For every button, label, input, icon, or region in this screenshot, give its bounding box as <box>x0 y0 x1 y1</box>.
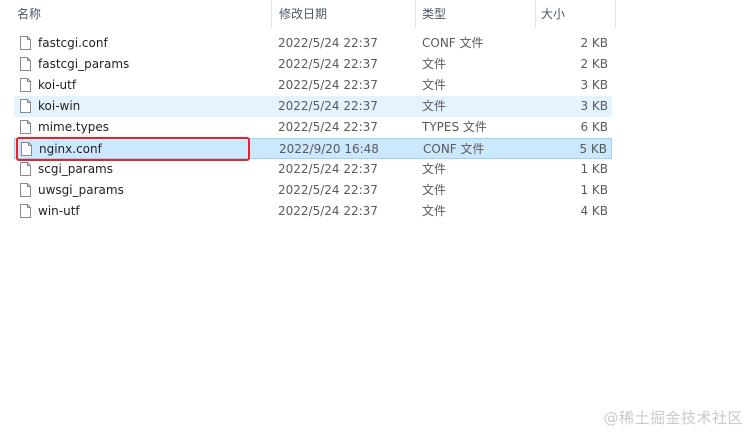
file-row-hovered[interactable]: koi-win 2022/5/24 22:37 文件 3 KB <box>14 96 612 117</box>
column-divider[interactable] <box>271 0 272 28</box>
file-type: 文件 <box>422 78 447 92</box>
file-date: 2022/5/24 22:37 <box>278 120 378 134</box>
file-size: 3 KB <box>580 78 608 92</box>
file-row[interactable]: win-utf 2022/5/24 22:37 文件 4 KB <box>14 201 612 222</box>
column-header-type[interactable]: 类型 <box>422 0 534 28</box>
file-icon <box>20 78 31 92</box>
column-divider[interactable] <box>415 0 416 28</box>
column-header-bar: ^ 名称 修改日期 类型 大小 <box>0 0 620 28</box>
file-icon <box>20 162 31 176</box>
file-date: 2022/5/24 22:37 <box>278 162 378 176</box>
file-name: scgi_params <box>38 162 113 176</box>
file-size: 2 KB <box>580 36 608 50</box>
file-name: uwsgi_params <box>38 183 124 197</box>
file-icon <box>20 204 31 218</box>
file-size: 3 KB <box>580 99 608 113</box>
file-size: 5 KB <box>579 142 607 156</box>
file-type: 文件 <box>422 99 447 113</box>
file-date: 2022/5/24 22:37 <box>278 57 378 71</box>
file-date: 2022/5/24 22:37 <box>278 99 378 113</box>
file-date: 2022/5/24 22:37 <box>278 78 378 92</box>
file-type: CONF 文件 <box>422 36 484 50</box>
file-row[interactable]: koi-utf 2022/5/24 22:37 文件 3 KB <box>14 75 612 96</box>
file-name: mime.types <box>38 120 109 134</box>
file-icon <box>20 183 31 197</box>
file-type: TYPES 文件 <box>422 120 487 134</box>
file-name: fastcgi.conf <box>38 36 108 50</box>
file-row[interactable]: mime.types 2022/5/24 22:37 TYPES 文件 6 KB <box>14 117 612 138</box>
annotation-highlight-box <box>16 137 250 161</box>
file-size: 2 KB <box>580 57 608 71</box>
file-name: win-utf <box>38 204 80 218</box>
file-date: 2022/5/24 22:37 <box>278 183 378 197</box>
file-size: 4 KB <box>580 204 608 218</box>
file-type: 文件 <box>422 57 447 71</box>
column-header-size[interactable]: 大小 <box>541 0 613 28</box>
file-explorer: ^ 名称 修改日期 类型 大小 fastcgi.conf 2022/5/24 2… <box>0 0 755 440</box>
column-header-name[interactable]: 名称 <box>17 0 270 28</box>
file-type: CONF 文件 <box>423 142 485 156</box>
file-size: 6 KB <box>580 120 608 134</box>
watermark: @稀土掘金技术社区 <box>603 409 743 427</box>
column-divider[interactable] <box>615 0 616 28</box>
file-size: 1 KB <box>580 183 608 197</box>
file-row[interactable]: fastcgi.conf 2022/5/24 22:37 CONF 文件 2 K… <box>14 33 612 54</box>
file-icon <box>20 36 31 50</box>
column-divider[interactable] <box>535 0 536 28</box>
file-row[interactable]: fastcgi_params 2022/5/24 22:37 文件 2 KB <box>14 54 612 75</box>
file-date: 2022/9/20 16:48 <box>279 142 379 156</box>
file-icon <box>20 120 31 134</box>
file-icon <box>20 57 31 71</box>
file-size: 1 KB <box>580 162 608 176</box>
file-date: 2022/5/24 22:37 <box>278 36 378 50</box>
file-icon <box>20 99 31 113</box>
file-type: 文件 <box>422 162 447 176</box>
file-name: koi-utf <box>38 78 77 92</box>
file-date: 2022/5/24 22:37 <box>278 204 378 218</box>
column-header-date[interactable]: 修改日期 <box>279 0 414 28</box>
file-name: fastcgi_params <box>38 57 130 71</box>
file-row[interactable]: scgi_params 2022/5/24 22:37 文件 1 KB <box>14 159 612 180</box>
file-type: 文件 <box>422 183 447 197</box>
file-name: koi-win <box>38 99 81 113</box>
file-type: 文件 <box>422 204 447 218</box>
file-row[interactable]: uwsgi_params 2022/5/24 22:37 文件 1 KB <box>14 180 612 201</box>
